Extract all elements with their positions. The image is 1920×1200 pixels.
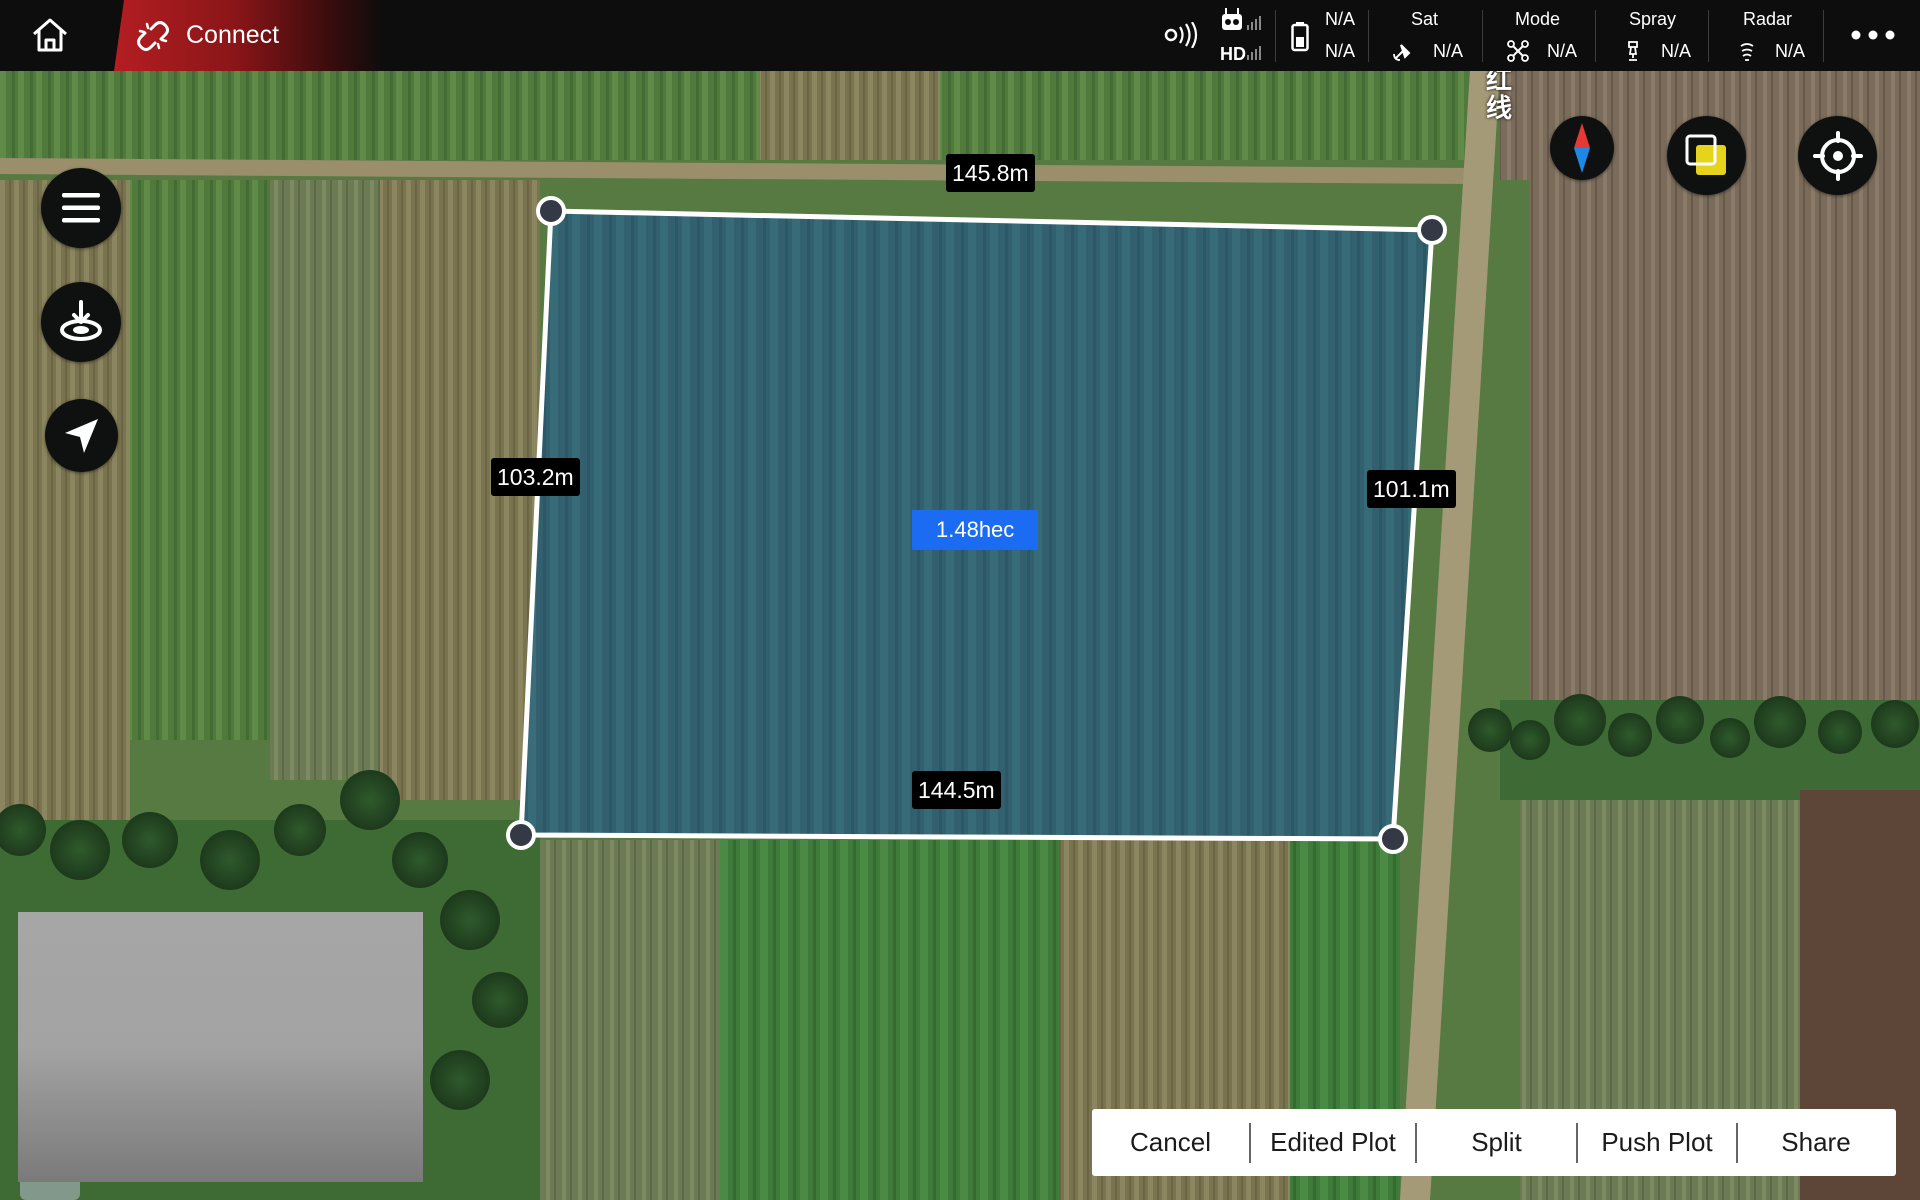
navigation-arrow-icon bbox=[64, 418, 98, 453]
divider bbox=[1595, 10, 1596, 62]
edited-plot-button[interactable]: Edited Plot bbox=[1251, 1109, 1415, 1176]
sat-title: Sat bbox=[1411, 9, 1439, 29]
spray-title: Spray bbox=[1629, 9, 1677, 29]
radar-value: N/A bbox=[1775, 41, 1806, 61]
bottom-edge-length: 144.5m bbox=[912, 771, 1001, 809]
locate-crosshair-icon bbox=[1812, 130, 1863, 181]
hd-label: HD bbox=[1220, 44, 1246, 64]
broken-link-icon bbox=[137, 21, 169, 51]
drone-icon bbox=[1507, 40, 1529, 62]
landing-button[interactable] bbox=[41, 282, 121, 362]
left-edge-length: 103.2m bbox=[491, 458, 580, 496]
cancel-button[interactable]: Cancel bbox=[1092, 1109, 1249, 1176]
home-icon bbox=[33, 18, 67, 52]
battery-top-value: N/A bbox=[1325, 9, 1356, 29]
menu-button[interactable] bbox=[41, 168, 121, 248]
radar-icon bbox=[1740, 43, 1754, 61]
navigate-button[interactable] bbox=[45, 399, 118, 472]
connect-label[interactable]: Connect bbox=[186, 21, 279, 50]
locate-button[interactable] bbox=[1798, 116, 1877, 195]
layers-button[interactable] bbox=[1667, 116, 1746, 195]
hd-signal-icon bbox=[1247, 46, 1261, 60]
satellite-icon bbox=[1393, 44, 1411, 61]
plot-action-bar: Cancel Edited Plot Split Push Plot Share bbox=[1092, 1109, 1896, 1176]
divider bbox=[1275, 10, 1276, 62]
remote-controller-icon bbox=[1222, 8, 1261, 30]
landing-pad-icon bbox=[60, 300, 102, 341]
plot-area-badge: 1.48hec bbox=[912, 510, 1039, 550]
plot-vertex[interactable] bbox=[1378, 824, 1408, 854]
home-button[interactable] bbox=[26, 14, 74, 56]
share-button[interactable]: Share bbox=[1738, 1109, 1894, 1176]
push-plot-button[interactable]: Push Plot bbox=[1578, 1109, 1736, 1176]
divider bbox=[1482, 10, 1483, 62]
divider bbox=[1368, 10, 1369, 62]
spray-icon bbox=[1628, 41, 1638, 61]
more-dots-icon[interactable] bbox=[1850, 29, 1896, 41]
mode-value: N/A bbox=[1547, 41, 1578, 61]
plot-vertex[interactable] bbox=[1417, 215, 1447, 245]
compass-icon bbox=[1574, 123, 1590, 173]
battery-icon bbox=[1291, 22, 1309, 52]
plot-vertex[interactable] bbox=[536, 196, 566, 226]
status-bar: Connect HD N/A N/A Sat N/A Mode N/A Spra… bbox=[0, 0, 1920, 71]
layers-icon bbox=[1685, 134, 1726, 175]
signal-icon bbox=[1164, 22, 1198, 48]
radar-title: Radar bbox=[1743, 9, 1793, 29]
menu-icon bbox=[62, 193, 100, 223]
battery-bottom-value: N/A bbox=[1325, 41, 1356, 61]
sat-value: N/A bbox=[1433, 41, 1464, 61]
spray-value: N/A bbox=[1661, 41, 1692, 61]
map-annotation-text: 红 线 bbox=[1486, 65, 1513, 123]
split-button[interactable]: Split bbox=[1417, 1109, 1576, 1176]
plot-vertex[interactable] bbox=[506, 820, 536, 850]
mode-title: Mode bbox=[1515, 9, 1561, 29]
divider bbox=[1823, 10, 1824, 62]
top-edge-length: 145.8m bbox=[946, 154, 1035, 192]
divider bbox=[1708, 10, 1709, 62]
compass-button[interactable] bbox=[1550, 116, 1614, 180]
camera-preview[interactable] bbox=[18, 912, 423, 1182]
preview-handle[interactable] bbox=[20, 1182, 80, 1200]
right-edge-length: 101.1m bbox=[1367, 470, 1456, 508]
